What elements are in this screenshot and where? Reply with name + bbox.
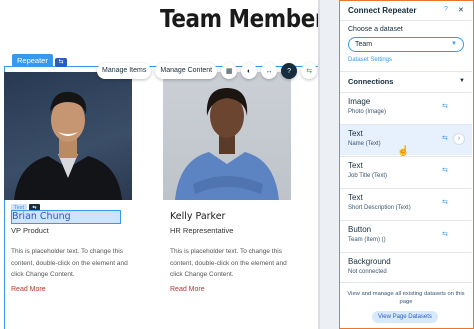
connection-row-job-title[interactable]: Text Job Title (Text) ⇆ bbox=[340, 156, 472, 187]
connection-field: Name (Text) bbox=[348, 141, 381, 147]
dataset-dropdown[interactable]: Team ▼ bbox=[348, 37, 464, 52]
connected-icon: ⇆ bbox=[442, 231, 448, 238]
team-member-description[interactable]: This is placeholder text. To change this… bbox=[170, 246, 300, 281]
connection-field: Job Title (Text) bbox=[348, 173, 388, 179]
connection-row-button[interactable]: Button Team (Item) () ⇆ bbox=[340, 220, 472, 251]
team-member-title[interactable]: HR Representative bbox=[170, 226, 233, 235]
connection-label: Text bbox=[348, 129, 363, 138]
dataset-label: Choose a dataset bbox=[348, 26, 403, 33]
editor-stage: Team Members Repeater ⇆ Text ⇆ Brian Chu… bbox=[0, 0, 474, 329]
team-member-name[interactable]: Brian Chung bbox=[12, 211, 71, 222]
connection-field: Photo (Image) bbox=[348, 109, 387, 115]
manage-items-button[interactable]: Manage Items bbox=[97, 63, 152, 79]
panel-header: Connect Repeater ? ✕ bbox=[340, 1, 472, 21]
connections-heading[interactable]: Connections bbox=[348, 77, 393, 86]
man-portrait-icon bbox=[14, 91, 122, 200]
view-page-datasets-button[interactable]: View Page Datasets bbox=[372, 311, 438, 323]
team-photo-1[interactable] bbox=[4, 72, 132, 200]
connected-icon: ⇆ bbox=[442, 135, 448, 142]
team-photo-2[interactable] bbox=[163, 72, 291, 200]
read-more-link[interactable]: Read More bbox=[11, 286, 46, 293]
connection-label: Background bbox=[348, 257, 391, 266]
connection-label: Text bbox=[348, 161, 363, 170]
connected-icon: ⇆ bbox=[442, 103, 448, 110]
connection-label: Button bbox=[348, 225, 372, 234]
dataset-settings-link[interactable]: Dataset Settings bbox=[348, 57, 392, 63]
layout-icon[interactable]: ▦ bbox=[221, 63, 238, 79]
connection-field: Not connected bbox=[348, 269, 387, 275]
page-title[interactable]: Team Members bbox=[160, 4, 320, 33]
panel-title: Connect Repeater bbox=[348, 6, 417, 15]
stretch-icon[interactable]: ↔ bbox=[261, 63, 278, 79]
connection-field: Short Description (Text) bbox=[348, 205, 411, 211]
team-member-name[interactable]: Kelly Parker bbox=[170, 211, 225, 222]
read-more-link[interactable]: Read More bbox=[170, 286, 205, 293]
close-icon[interactable]: ✕ bbox=[458, 6, 464, 14]
help-icon[interactable]: ? bbox=[281, 63, 298, 79]
team-member-title[interactable]: VP Product bbox=[11, 226, 49, 235]
connect-data-icon[interactable]: ⇆ bbox=[55, 58, 67, 67]
dataset-selected-value: Team bbox=[355, 41, 373, 48]
connected-icon: ⇆ bbox=[442, 167, 448, 174]
connection-row-image[interactable]: Image Photo (Image) ⇆ bbox=[340, 92, 472, 123]
connected-icon: ⇆ bbox=[442, 199, 448, 206]
design-icon[interactable]: ◐ bbox=[241, 63, 258, 79]
editor-canvas[interactable]: Team Members Repeater ⇆ Text ⇆ Brian Chu… bbox=[0, 0, 320, 329]
chevron-down-icon: ▼ bbox=[451, 41, 457, 47]
caret-down-icon[interactable]: ▼ bbox=[459, 78, 465, 84]
connect-data-icon[interactable]: ⇆ bbox=[301, 63, 318, 79]
connection-row-description[interactable]: Text Short Description (Text) ⇆ bbox=[340, 188, 472, 219]
connection-label: Text bbox=[348, 193, 363, 202]
chevron-right-icon[interactable]: › bbox=[453, 133, 465, 145]
canvas-edge bbox=[318, 0, 320, 329]
repeater-toolbar: Manage Items Manage Content ▦ ◐ ↔ ? ⇆ bbox=[97, 63, 318, 79]
manage-content-button[interactable]: Manage Content bbox=[155, 63, 218, 79]
connection-row-name[interactable]: Text Name (Text) ⇆ › ☝ bbox=[340, 124, 472, 157]
connection-row-background[interactable]: Background Not connected bbox=[340, 252, 472, 283]
connection-field: Team (Item) () bbox=[348, 237, 386, 243]
connect-repeater-panel: Connect Repeater ? ✕ Choose a dataset Te… bbox=[339, 0, 474, 329]
repeater-tag[interactable]: Repeater bbox=[12, 54, 53, 67]
manage-datasets-text: View and manage all existing datasets on… bbox=[347, 291, 465, 305]
divider bbox=[340, 71, 472, 72]
connection-label: Image bbox=[348, 97, 371, 106]
help-icon[interactable]: ? bbox=[444, 6, 448, 13]
woman-portrait-icon bbox=[175, 88, 279, 200]
team-member-description[interactable]: This is placeholder text. To change this… bbox=[11, 246, 141, 281]
